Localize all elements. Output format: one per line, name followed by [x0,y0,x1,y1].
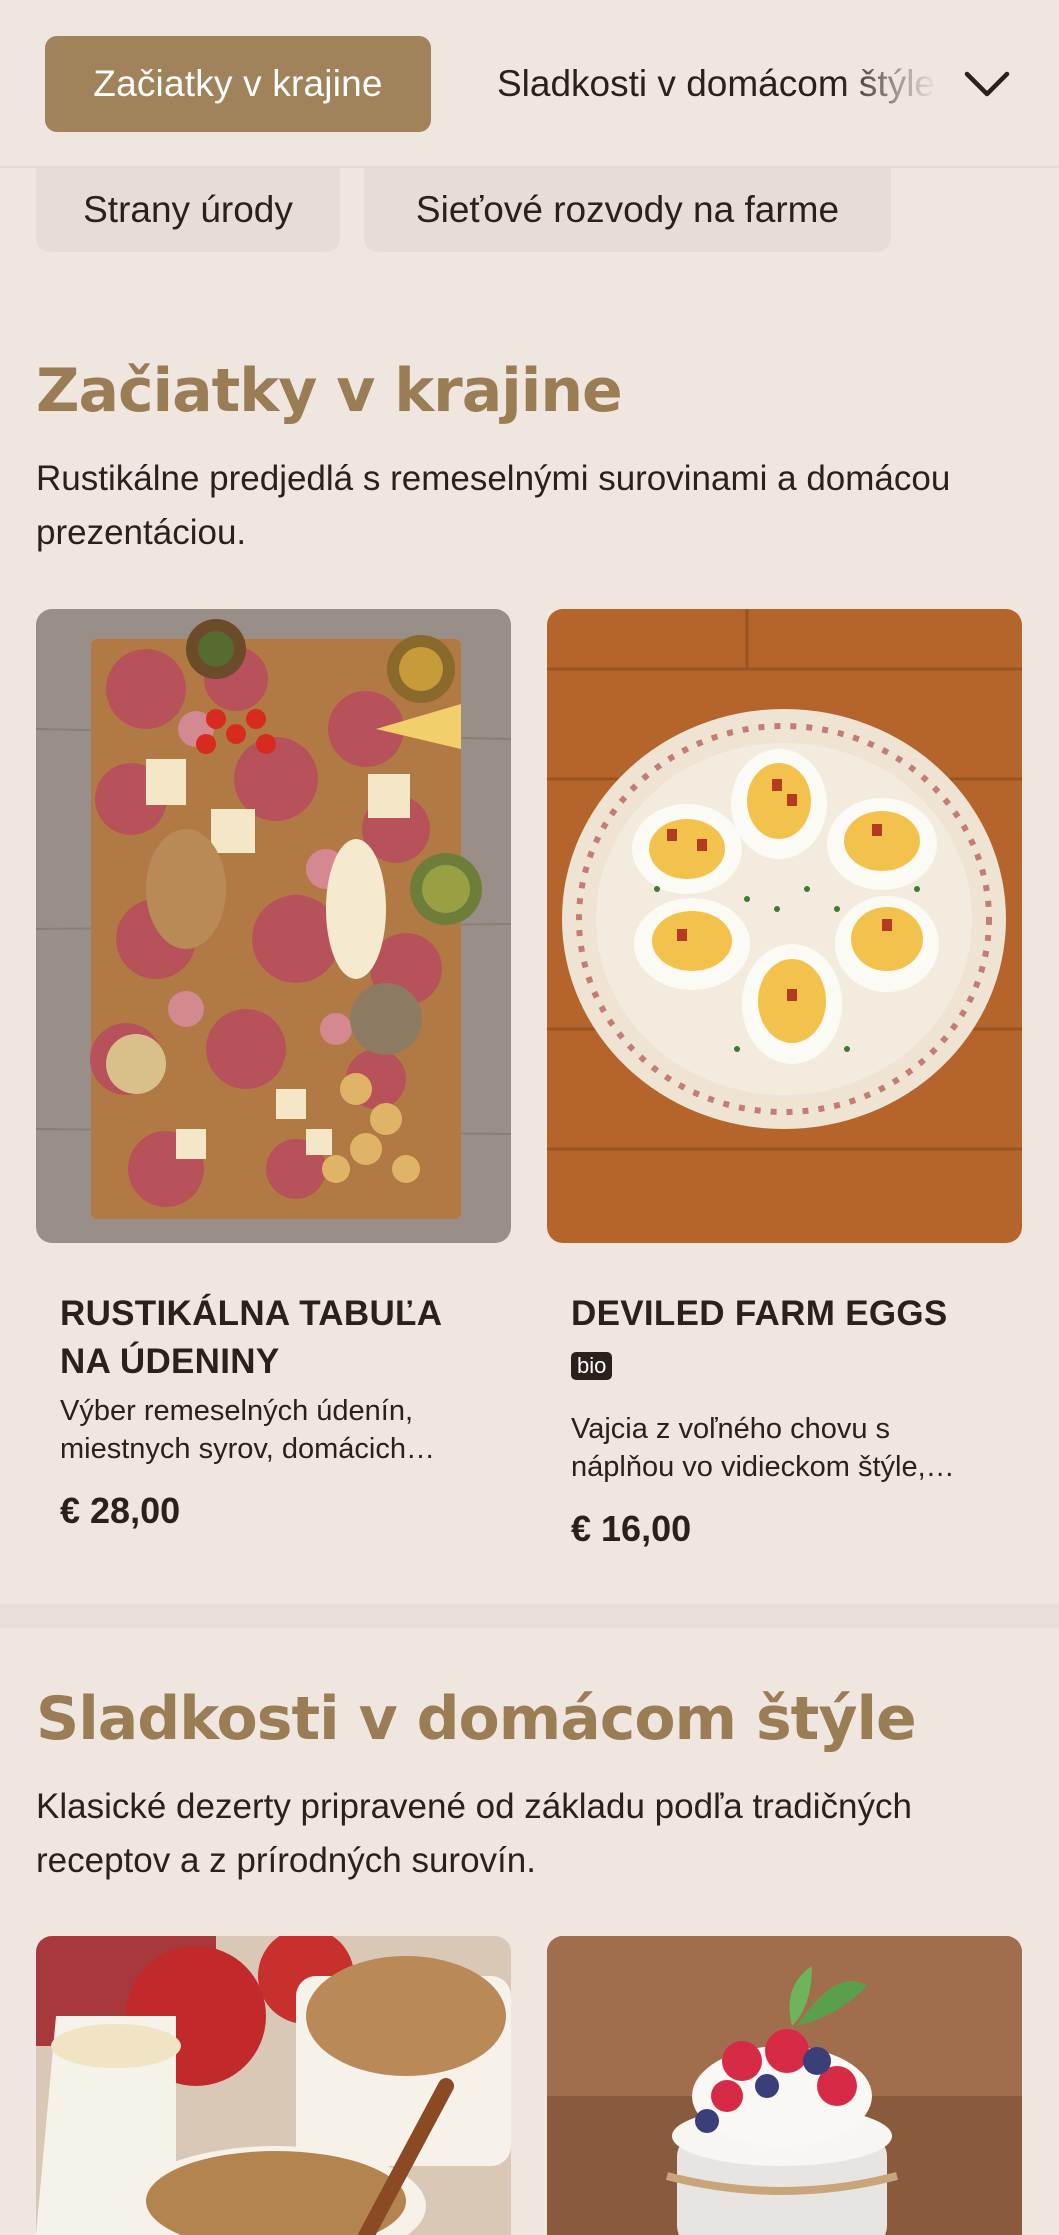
category-pill-harvest[interactable]: Strany úrody [36,168,340,252]
deviled-eggs-image[interactable] [547,609,1022,1243]
category-pill-farm[interactable]: Sieťové rozvody na farme [364,168,891,252]
apple-crumble-image[interactable] [36,1936,511,2235]
menu-item-description: Vajcia z voľného chovu s náplňou vo vidi… [571,1413,955,1483]
section-title: Sladkosti v domácom štýle [36,1684,917,1754]
category-tab-active[interactable]: Začiatky v krajine [45,36,431,132]
menu-item-description: Výber remeselných údenín, miestnych syro… [60,1395,435,1465]
section-description: Rustikálne predjedlá s remeselnými surov… [36,459,951,552]
bio-badge: bio [571,1352,613,1380]
menu-item-price: € 28,00 [60,1490,181,1531]
charcuterie-board-image[interactable] [36,609,511,1243]
berry-parfait-image[interactable] [547,1936,1022,2235]
menu-item-title[interactable]: DEVILED FARM EGGS [571,1290,1001,1338]
section-divider [0,1604,1059,1628]
section-title: Začiatky v krajine [36,356,623,426]
chevron-down-icon[interactable] [960,60,1014,108]
menu-item-price: € 16,00 [571,1508,692,1549]
category-tab-next[interactable]: Sladkosti v domácom štýle [497,36,937,132]
category-nav: Začiatky v krajine Sladkosti v domácom š… [0,0,1059,168]
section-description: Klasické dezerty pripravené od základu p… [36,1787,912,1880]
menu-item-title[interactable]: RUSTIKÁLNA TABUĽA NA ÚDENINY [60,1290,490,1386]
category-pill-row: Strany úrody Sieťové rozvody na farme [0,168,1059,252]
